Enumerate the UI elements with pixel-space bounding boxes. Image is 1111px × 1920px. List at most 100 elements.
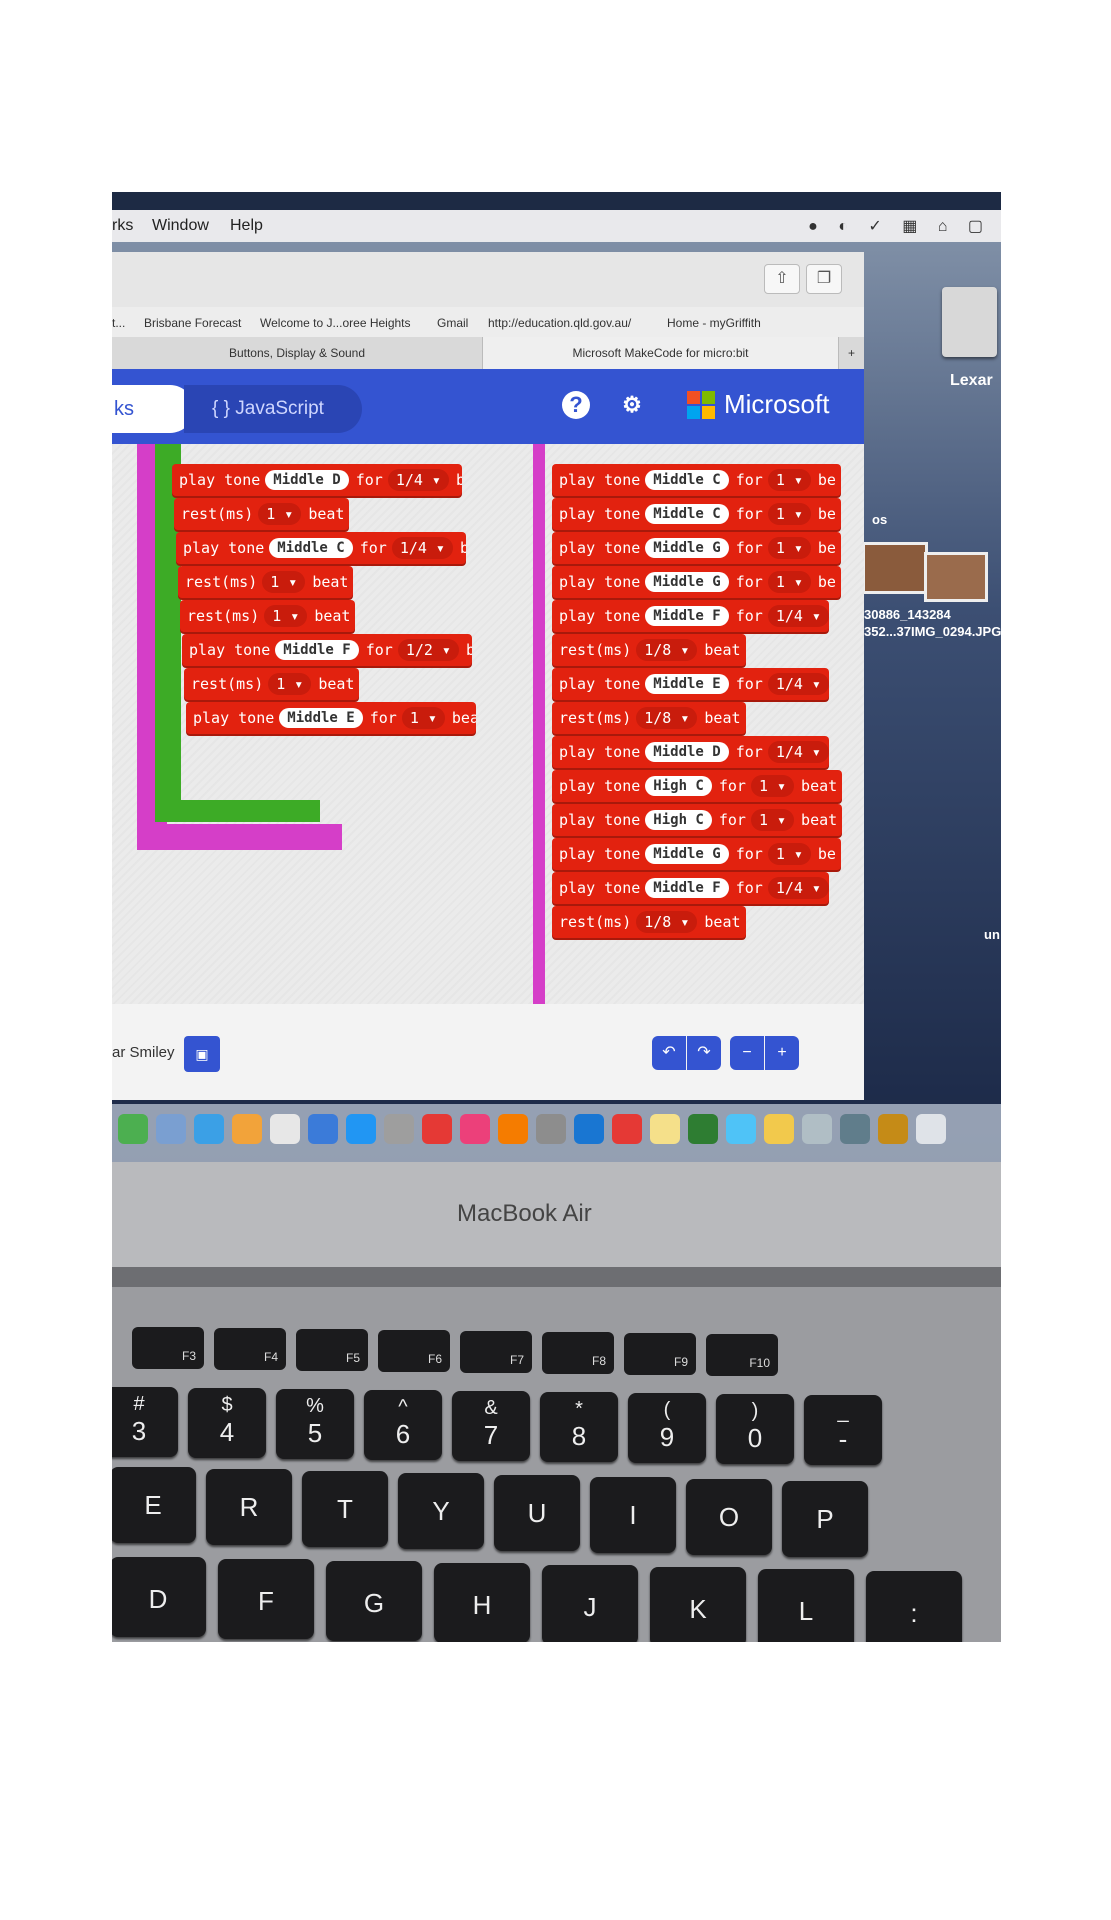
letter-key[interactable]: O bbox=[686, 1479, 772, 1555]
rest-block[interactable]: rest(ms) 1 ▾ beat bbox=[174, 498, 350, 530]
letter-key[interactable]: J bbox=[542, 1565, 638, 1642]
note-selector[interactable]: Middle G bbox=[645, 538, 729, 558]
dock-app-icon[interactable] bbox=[460, 1114, 490, 1144]
dock-app-icon[interactable] bbox=[270, 1114, 300, 1144]
letter-key[interactable]: G bbox=[326, 1561, 422, 1641]
menu-item-window[interactable]: Window bbox=[152, 217, 209, 235]
note-selector[interactable]: Middle F bbox=[645, 606, 729, 626]
tabs-icon[interactable]: ❐ bbox=[806, 264, 842, 294]
number-key[interactable]: ) 0 bbox=[716, 1394, 794, 1464]
number-key[interactable]: $4 bbox=[188, 1388, 266, 1458]
project-name[interactable]: ar Smiley bbox=[112, 1044, 175, 1061]
rest-block[interactable]: rest(ms) 1/8 ▾ beat bbox=[552, 906, 746, 938]
dock-app-icon[interactable] bbox=[118, 1114, 148, 1144]
duration-dropdown[interactable]: 1/4 ▾ bbox=[767, 741, 829, 763]
function-key[interactable]: F7 bbox=[460, 1331, 532, 1373]
dock-app-icon[interactable] bbox=[498, 1114, 528, 1144]
function-key[interactable]: F5 bbox=[296, 1329, 368, 1371]
letter-key[interactable]: E bbox=[112, 1467, 196, 1543]
note-selector[interactable]: Middle C bbox=[269, 538, 353, 558]
play-tone-block[interactable]: play toneMiddle C for1/4 ▾ beat bbox=[176, 532, 466, 564]
duration-dropdown[interactable]: 1 ▾ bbox=[264, 605, 308, 627]
play-tone-block[interactable]: play tone Middle G for 1 ▾ be bbox=[552, 566, 841, 598]
note-selector[interactable]: Middle F bbox=[275, 640, 359, 660]
function-key[interactable]: F6 bbox=[378, 1330, 450, 1372]
tab-active[interactable]: Microsoft MakeCode for micro:bit bbox=[483, 337, 839, 369]
duration-dropdown[interactable]: 1 ▾ bbox=[750, 775, 795, 797]
rest-block[interactable]: rest(ms) 1/8 ▾ beat bbox=[552, 634, 746, 666]
rest-block[interactable]: rest(ms) 1/8 ▾ beat bbox=[552, 702, 746, 734]
dock-app-icon[interactable] bbox=[764, 1114, 794, 1144]
play-tone-block[interactable]: play tone Middle G for 1 ▾ be bbox=[552, 532, 841, 564]
letter-key[interactable]: K bbox=[650, 1567, 746, 1642]
function-key[interactable]: F8 bbox=[542, 1332, 614, 1374]
redo-button[interactable]: ↷ bbox=[687, 1036, 721, 1070]
bookmark[interactable]: Gmail bbox=[437, 316, 468, 330]
bookmark[interactable]: Home - myGriffith bbox=[667, 316, 761, 330]
save-icon[interactable]: ▣ bbox=[184, 1036, 220, 1072]
number-key[interactable]: % 5 bbox=[276, 1389, 354, 1459]
menu-item-help[interactable]: Help bbox=[230, 217, 263, 235]
dock-app-icon[interactable] bbox=[612, 1114, 642, 1144]
duration-dropdown[interactable]: 1 ▾ bbox=[767, 503, 811, 525]
dock-app-icon[interactable] bbox=[916, 1114, 946, 1144]
note-selector[interactable]: High C bbox=[645, 810, 712, 830]
letter-key[interactable]: D bbox=[112, 1557, 206, 1637]
bookmark[interactable]: http://education.qld.gov.au/ bbox=[488, 316, 631, 330]
zoom-in-button[interactable]: + bbox=[765, 1036, 799, 1070]
new-tab-button[interactable]: + bbox=[839, 337, 864, 369]
letter-key[interactable]: L bbox=[758, 1569, 854, 1642]
bookmark[interactable]: t... bbox=[112, 316, 125, 330]
tab[interactable]: Buttons, Display & Sound bbox=[112, 337, 483, 369]
bookmark[interactable]: Welcome to J...oree Heights bbox=[260, 316, 411, 330]
play-tone-block[interactable]: play toneMiddle F for1/2 ▾ beat bbox=[182, 634, 472, 666]
bookmark[interactable]: Brisbane Forecast bbox=[144, 316, 241, 330]
dock-app-icon[interactable] bbox=[840, 1114, 870, 1144]
play-tone-block[interactable]: play tone Middle C for 1 ▾ be bbox=[552, 498, 841, 530]
dock-app-icon[interactable] bbox=[802, 1114, 832, 1144]
number-key[interactable]: #3 bbox=[112, 1387, 178, 1457]
dock-app-icon[interactable] bbox=[878, 1114, 908, 1144]
zoom-out-button[interactable]: − bbox=[730, 1036, 764, 1070]
dock-app-icon[interactable] bbox=[422, 1114, 452, 1144]
duration-dropdown[interactable]: 1 ▾ bbox=[767, 843, 811, 865]
note-selector[interactable]: Middle D bbox=[265, 470, 349, 490]
letter-key[interactable]: T bbox=[302, 1471, 388, 1547]
menu-item[interactable]: rks bbox=[112, 217, 133, 235]
function-key[interactable]: F9 bbox=[624, 1333, 696, 1375]
play-tone-block[interactable]: play toneMiddle E for1 ▾ beat bbox=[186, 702, 476, 734]
play-tone-block[interactable]: play tone Middle C for 1 ▾ be bbox=[552, 464, 841, 496]
function-key[interactable]: F3 bbox=[132, 1327, 204, 1369]
drive-icon[interactable] bbox=[942, 287, 997, 357]
duration-dropdown[interactable]: 1/4 ▾ bbox=[767, 673, 829, 695]
duration-dropdown[interactable]: 1/4 ▾ bbox=[391, 537, 453, 559]
number-key[interactable]: _ - bbox=[804, 1395, 882, 1465]
note-selector[interactable]: Middle C bbox=[645, 504, 729, 524]
undo-button[interactable]: ↶ bbox=[652, 1036, 686, 1070]
duration-dropdown[interactable]: 1 ▾ bbox=[767, 469, 811, 491]
file-thumbnail[interactable] bbox=[862, 542, 928, 594]
dock-app-icon[interactable] bbox=[688, 1114, 718, 1144]
loop-block[interactable] bbox=[533, 444, 545, 1004]
play-tone-block[interactable]: play toneMiddle D for1/4 ▾ beat bbox=[172, 464, 462, 496]
javascript-tab[interactable]: { } JavaScript bbox=[184, 385, 362, 433]
blocks-tab[interactable]: ks bbox=[112, 385, 194, 433]
letter-key[interactable]: F bbox=[218, 1559, 314, 1639]
duration-dropdown[interactable]: 1 ▾ bbox=[767, 571, 811, 593]
dock-app-icon[interactable] bbox=[384, 1114, 414, 1144]
dock-app-icon[interactable] bbox=[308, 1114, 338, 1144]
rest-block[interactable]: rest(ms) 1 ▾ beat bbox=[184, 668, 360, 700]
letter-key[interactable]: : bbox=[866, 1571, 962, 1642]
dock-app-icon[interactable] bbox=[726, 1114, 756, 1144]
rest-block[interactable]: rest(ms) 1 ▾ beat bbox=[178, 566, 354, 598]
dock-app-icon[interactable] bbox=[536, 1114, 566, 1144]
number-key[interactable]: * 8 bbox=[540, 1392, 618, 1462]
duration-dropdown[interactable]: 1 ▾ bbox=[401, 707, 445, 729]
note-selector[interactable]: Middle G bbox=[645, 572, 729, 592]
dock-app-icon[interactable] bbox=[346, 1114, 376, 1144]
letter-key[interactable]: I bbox=[590, 1477, 676, 1553]
play-tone-block[interactable]: play tone Middle F for 1/4 ▾ bbox=[552, 872, 829, 904]
gear-icon[interactable]: ⚙ bbox=[618, 391, 646, 419]
letter-key[interactable]: R bbox=[206, 1469, 292, 1545]
note-selector[interactable]: Middle C bbox=[645, 470, 729, 490]
